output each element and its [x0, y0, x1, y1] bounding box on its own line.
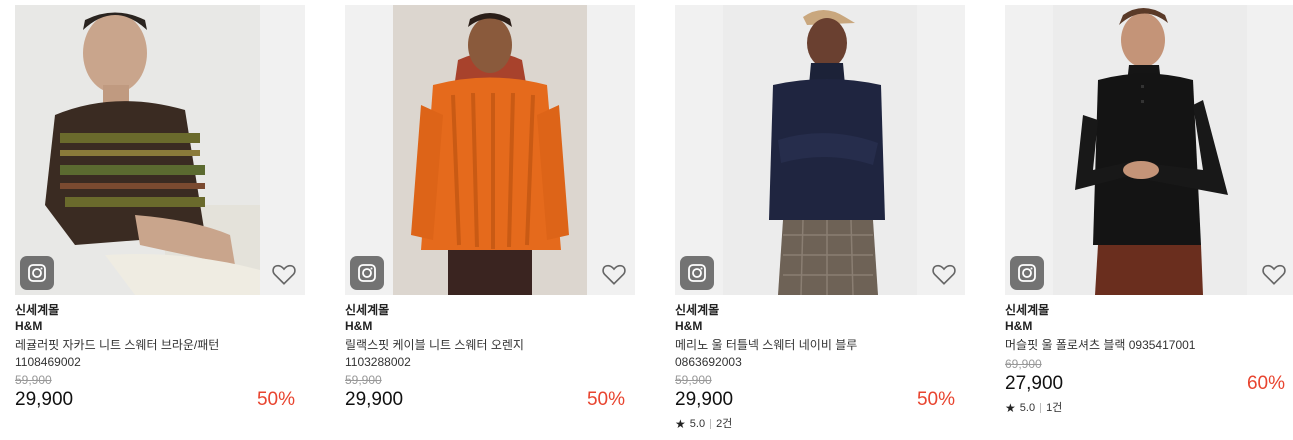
product-code: 0863692003 [675, 355, 742, 369]
product-card[interactable]: 신세계몰 H&M 메리노 울 터틀넥 스웨터 네이비 블루 0863692003… [675, 0, 965, 440]
discount-rate: 60% [1246, 373, 1285, 394]
divider [1040, 403, 1042, 413]
discount-rate: 50% [256, 389, 295, 410]
brand-name: H&M [15, 319, 43, 333]
product-code: 1108469002 [15, 355, 81, 369]
camera-icon [358, 264, 376, 282]
brand-name: H&M [345, 319, 373, 333]
rating-row: ★ 5.0 1건 [1005, 400, 1293, 416]
product-card[interactable]: 신세계몰 H&M 릴랙스핏 케이블 니트 스웨터 오렌지 1103288002 … [345, 0, 635, 440]
original-price: 59,900 [675, 373, 712, 387]
wishlist-button[interactable] [931, 261, 957, 287]
review-count[interactable]: 2건 [716, 416, 732, 432]
discount-rate: 50% [586, 389, 625, 410]
sale-price: 29,900 [345, 389, 404, 410]
original-price: 69,900 [1005, 357, 1042, 371]
product-name[interactable]: 메리노 울 터틀넥 스웨터 네이비 블루 [675, 336, 965, 354]
brand-name: H&M [675, 319, 703, 333]
heart-outline-icon [1262, 264, 1286, 285]
product-card[interactable]: 신세계몰 H&M 레귤러핏 자카드 니트 스웨터 브라운/패턴 11084690… [15, 0, 305, 440]
sale-price: 29,900 [675, 389, 734, 410]
product-name[interactable]: 레귤러핏 자카드 니트 스웨터 브라운/패턴 [15, 336, 305, 354]
camera-button[interactable] [20, 256, 54, 290]
heart-outline-icon [602, 264, 626, 285]
divider [710, 419, 712, 429]
product-info: 신세계몰 H&M 메리노 울 터틀넥 스웨터 네이비 블루 0863692003… [675, 302, 965, 432]
camera-icon [688, 264, 706, 282]
mall-name: 신세계몰 [15, 303, 60, 317]
product-thumbnail[interactable] [15, 5, 305, 295]
product-info: 신세계몰 H&M 레귤러핏 자카드 니트 스웨터 브라운/패턴 11084690… [15, 302, 305, 412]
heart-outline-icon [272, 264, 296, 285]
original-price: 59,900 [15, 373, 52, 387]
product-photo[interactable] [15, 5, 260, 295]
product-code: 1103288002 [345, 355, 411, 369]
product-thumbnail[interactable] [675, 5, 965, 295]
discount-rate: 50% [916, 389, 955, 410]
star-icon: ★ [675, 417, 686, 431]
rating-row: ★ 5.0 2건 [675, 416, 965, 432]
rating-score: 5.0 [689, 418, 706, 430]
camera-button[interactable] [680, 256, 714, 290]
wishlist-button[interactable] [601, 261, 627, 287]
product-photo[interactable] [723, 5, 917, 295]
camera-button[interactable] [1010, 256, 1044, 290]
rating-score: 5.0 [1019, 402, 1036, 414]
product-thumbnail[interactable] [1005, 5, 1293, 295]
price-row: 27,900 60% [1005, 372, 1293, 396]
product-name[interactable]: 머슬핏 울 폴로셔츠 블랙 0935417001 [1005, 336, 1293, 354]
price-row: 29,900 50% [675, 388, 965, 412]
heart-outline-icon [932, 264, 956, 285]
product-thumbnail[interactable] [345, 5, 635, 295]
original-price: 59,900 [345, 373, 382, 387]
wishlist-button[interactable] [1261, 261, 1287, 287]
sale-price: 29,900 [15, 389, 74, 410]
product-photo[interactable] [393, 5, 587, 295]
camera-button[interactable] [350, 256, 384, 290]
star-icon: ★ [1005, 401, 1016, 415]
mall-name: 신세계몰 [1005, 303, 1050, 317]
sale-price: 27,900 [1005, 373, 1064, 394]
product-info: 신세계몰 H&M 머슬핏 울 폴로셔츠 블랙 0935417001 69,900… [1005, 302, 1293, 416]
wishlist-button[interactable] [271, 261, 297, 287]
product-name[interactable]: 릴랙스핏 케이블 니트 스웨터 오렌지 [345, 336, 635, 354]
camera-icon [1018, 264, 1036, 282]
price-row: 29,900 50% [15, 388, 305, 412]
product-photo[interactable] [1053, 5, 1247, 295]
product-card[interactable]: 신세계몰 H&M 머슬핏 울 폴로셔츠 블랙 0935417001 69,900… [1005, 0, 1293, 440]
mall-name: 신세계몰 [345, 303, 390, 317]
price-row: 29,900 50% [345, 388, 635, 412]
brand-name: H&M [1005, 319, 1033, 333]
camera-icon [28, 264, 46, 282]
review-count[interactable]: 1건 [1046, 400, 1062, 416]
product-info: 신세계몰 H&M 릴랙스핏 케이블 니트 스웨터 오렌지 1103288002 … [345, 302, 635, 412]
product-grid: 신세계몰 H&M 레귤러핏 자카드 니트 스웨터 브라운/패턴 11084690… [0, 0, 1293, 440]
mall-name: 신세계몰 [675, 303, 720, 317]
